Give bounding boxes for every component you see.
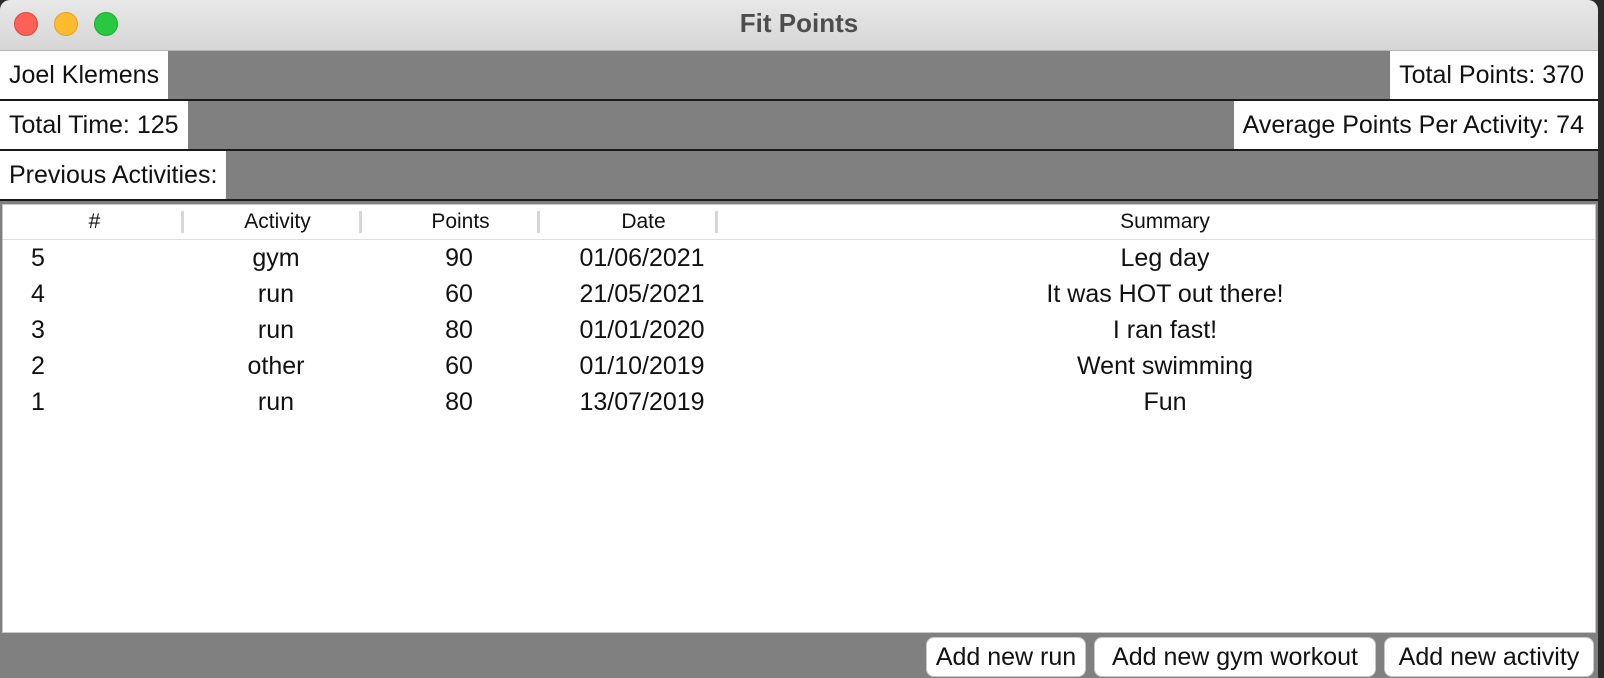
- cell-activity: gym: [252, 244, 300, 272]
- column-header-number[interactable]: #: [3, 205, 186, 239]
- table-body: 5 gym 90 01/06/2021 Leg day 4 run 60 21/…: [3, 240, 1595, 420]
- table-row[interactable]: 3 run 80 01/01/2020 I ran fast!: [3, 312, 1595, 348]
- column-header-summary[interactable]: Summary: [735, 205, 1595, 239]
- cell-summary: I ran fast!: [1112, 316, 1218, 344]
- average-points-label: Average Points Per Activity: 74: [1233, 101, 1598, 149]
- table-row[interactable]: 5 gym 90 01/06/2021 Leg day: [3, 240, 1595, 276]
- cell-activity: other: [247, 352, 305, 380]
- cell-activity: run: [257, 388, 295, 416]
- total-points-label: Total Points: 370: [1390, 51, 1598, 99]
- cell-activity: run: [257, 316, 295, 344]
- cell-date: 13/07/2019: [579, 388, 705, 416]
- table-header: # Activity Points Date Summary: [3, 205, 1595, 240]
- add-run-button[interactable]: Add new run: [926, 637, 1086, 677]
- previous-activities-label: Previous Activities:: [0, 151, 227, 199]
- cell-points: 60: [445, 352, 473, 380]
- title-bar: Fit Points: [0, 0, 1598, 51]
- cell-date: 01/10/2019: [579, 352, 705, 380]
- column-divider[interactable]: [181, 211, 184, 233]
- window-title: Fit Points: [739, 8, 859, 38]
- column-divider[interactable]: [715, 211, 718, 233]
- cell-date: 21/05/2021: [579, 280, 705, 308]
- cell-number: 4: [31, 280, 45, 308]
- cell-number: 5: [31, 244, 45, 272]
- background-window-edge: [1598, 0, 1604, 678]
- cell-summary: Went swimming: [1077, 352, 1253, 380]
- app-window: Fit Points Joel Klemens Total Points: 37…: [0, 0, 1598, 678]
- action-bar: Add new run Add new gym workout Add new …: [0, 634, 1598, 678]
- cell-number: 2: [31, 352, 45, 380]
- cell-number: 1: [31, 388, 45, 416]
- previous-activities-row: Previous Activities:: [0, 151, 1598, 201]
- column-header-points[interactable]: Points: [369, 205, 552, 239]
- activities-table[interactable]: # Activity Points Date Summary 5 gym 90 …: [2, 204, 1596, 633]
- table-row[interactable]: 4 run 60 21/05/2021 It was HOT out there…: [3, 276, 1595, 312]
- column-header-date[interactable]: Date: [552, 205, 735, 239]
- cell-summary: Fun: [1143, 388, 1187, 416]
- column-header-activity[interactable]: Activity: [186, 205, 369, 239]
- cell-number: 3: [31, 316, 45, 344]
- table-row[interactable]: 2 other 60 01/10/2019 Went swimming: [3, 348, 1595, 384]
- column-divider[interactable]: [359, 211, 362, 233]
- total-time-label: Total Time: 125: [0, 101, 188, 149]
- cell-points: 90: [445, 244, 473, 272]
- column-divider[interactable]: [537, 211, 540, 233]
- cell-summary: Leg day: [1120, 244, 1210, 272]
- cell-points: 60: [445, 280, 473, 308]
- user-name-label: Joel Klemens: [0, 51, 169, 99]
- time-average-row: Total Time: 125 Average Points Per Activ…: [0, 101, 1598, 151]
- cell-points: 80: [445, 316, 473, 344]
- cell-summary: It was HOT out there!: [1046, 280, 1284, 308]
- cell-date: 01/06/2021: [579, 244, 705, 272]
- add-activity-button[interactable]: Add new activity: [1384, 637, 1594, 677]
- table-row[interactable]: 1 run 80 13/07/2019 Fun: [3, 384, 1595, 420]
- add-gym-workout-button[interactable]: Add new gym workout: [1094, 637, 1376, 677]
- user-points-row: Joel Klemens Total Points: 370: [0, 51, 1598, 101]
- cell-points: 80: [445, 388, 473, 416]
- cell-activity: run: [257, 280, 295, 308]
- cell-date: 01/01/2020: [579, 316, 705, 344]
